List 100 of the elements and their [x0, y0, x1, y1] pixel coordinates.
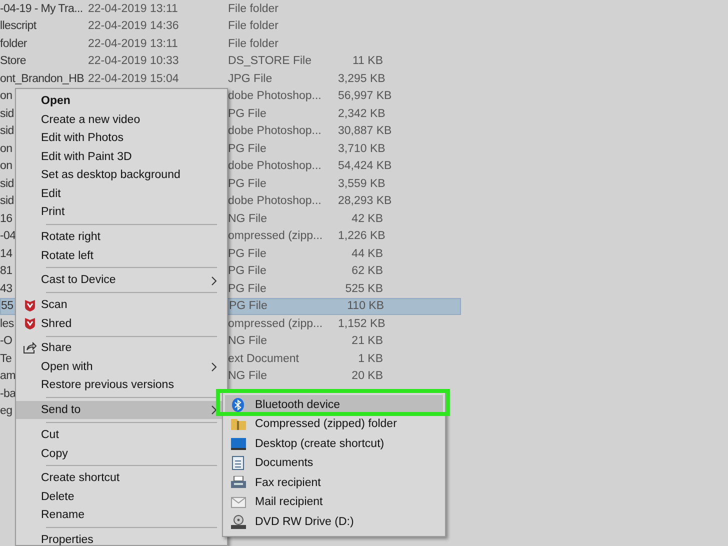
file-size: 1,226 KB [338, 230, 386, 242]
file-name: sid [0, 125, 14, 138]
file-size: 11 KB [352, 55, 383, 68]
bluetooth-icon [232, 398, 244, 412]
file-date: 22-04-2019 15:04 [88, 72, 179, 85]
shield-icon [24, 317, 36, 330]
file-type: PG File [228, 248, 266, 260]
file-size: 30,887 KB [338, 125, 392, 138]
envelope-icon [230, 496, 246, 508]
menu-item[interactable]: Edit with Paint 3D [16, 148, 227, 166]
menu-item[interactable]: Set as desktop background [16, 166, 227, 184]
file-size: 62 KB [352, 265, 383, 278]
file-row[interactable]: -04-19 - My Tra... 22-04-2019 13:11 File folder [0, 0, 461, 18]
file-type: PG File [228, 282, 266, 295]
file-size: 1,152 KB [338, 318, 386, 330]
file-name: -04-19 - My Tra... [0, 2, 83, 15]
file-row[interactable]: ont_Brandon_HB 22-04-2019 15:04 JPG File 3,295 KB [0, 70, 461, 88]
menu-item[interactable]: Edit with Photos [16, 129, 227, 148]
file-type: dobe Photoshop... [228, 195, 322, 208]
file-name: ont_Brandon_HB [0, 72, 84, 85]
file-name: sid [0, 195, 14, 208]
menu-item[interactable]: Share [16, 339, 227, 358]
file-name: 43 [0, 282, 12, 295]
file-type: PG File [228, 142, 266, 155]
file-type: PG File [229, 300, 268, 312]
menu-item[interactable]: DVD RW Drive (D:) [225, 512, 443, 532]
file-date: 22-04-2019 13:11 [88, 38, 178, 50]
file-size: 20 KB [352, 370, 383, 382]
chevron-icon [211, 405, 217, 416]
file-name: folder [0, 38, 27, 50]
file-name: 16 [0, 212, 12, 225]
file-size: 110 KB [347, 300, 384, 312]
file-name: Te [0, 352, 12, 365]
file-name: on [0, 160, 12, 172]
file-date: 22-04-2019 14:36 [88, 20, 179, 32]
file-type: PG File [228, 178, 266, 190]
menu-item[interactable]: Properties [16, 530, 227, 546]
menu-item[interactable]: Fax recipient [225, 473, 443, 492]
menu-item[interactable]: Print [16, 203, 227, 222]
menu-item[interactable]: Documents [225, 454, 443, 473]
file-name: sid [0, 178, 14, 190]
disc-drive-icon [230, 514, 246, 529]
chevron-icon [211, 362, 217, 372]
file-size: 3,559 KB [338, 178, 386, 190]
file-size: 2,342 KB [338, 108, 386, 120]
file-size: 3,295 KB [338, 72, 386, 85]
file-name: 81 [0, 265, 12, 278]
file-row[interactable]: Store 22-04-2019 10:33 DS_STORE File 11 KB [0, 52, 461, 70]
file-name: on [0, 142, 12, 155]
file-row[interactable]: folder 22-04-2019 13:11 File folder [0, 35, 461, 52]
menu-item[interactable]: Cast to Device [16, 271, 227, 290]
file-name: Store [0, 55, 26, 68]
chevron-icon [211, 276, 217, 286]
file-type: File folder [228, 38, 278, 50]
document-icon [232, 456, 244, 470]
file-type: ompressed (zipp... [228, 318, 323, 330]
menu-item[interactable]: Restore previous versions [16, 376, 227, 395]
menu-item[interactable]: Open with [16, 358, 227, 376]
file-type: ompressed (zipp... [228, 230, 323, 242]
file-type: ext Document [228, 352, 299, 365]
file-date: 22-04-2019 13:11 [88, 2, 178, 15]
file-size: 1 KB [358, 352, 383, 365]
menu-item[interactable]: Shred [16, 314, 227, 333]
shield-icon [24, 298, 36, 312]
file-type: NG File [228, 212, 267, 225]
file-size: 525 KB [345, 282, 383, 295]
fax-icon [230, 476, 246, 490]
file-type: dobe Photoshop... [228, 90, 322, 102]
menu-item[interactable]: Scan [16, 296, 227, 314]
share-icon [23, 342, 37, 354]
menu-item[interactable]: Desktop (create shortcut) [225, 434, 443, 454]
menu-item[interactable]: Rotate left [16, 246, 227, 265]
menu-item[interactable]: Compressed (zipped) folder [225, 414, 443, 434]
file-name: am [0, 370, 16, 382]
menu-item[interactable]: Rotate right [16, 228, 227, 246]
file-type: DS_STORE File [228, 55, 312, 68]
file-type: dobe Photoshop... [228, 125, 322, 138]
file-type: PG File [228, 108, 266, 120]
zipped-folder-icon [230, 418, 246, 430]
file-size: 21 KB [352, 335, 383, 348]
file-name: 55 [1, 300, 14, 312]
file-type: NG File [228, 335, 267, 348]
file-type: dobe Photoshop... [228, 160, 322, 172]
file-size: 28,293 KB [338, 195, 392, 208]
file-type: NG File [228, 370, 267, 382]
file-type: File folder [228, 2, 278, 15]
menu-item[interactable]: Open [16, 92, 227, 110]
file-type: JPG File [228, 72, 272, 85]
file-size: 56,997 KB [338, 90, 392, 102]
file-size: 54,424 KB [338, 160, 392, 172]
monitor-icon [230, 438, 246, 450]
file-size: 3,710 KB [338, 142, 386, 155]
file-date: 22-04-2019 10:33 [88, 55, 179, 68]
menu-item[interactable]: Create a new video [16, 110, 227, 129]
file-type: PG File [228, 265, 266, 278]
file-size: 42 KB [352, 212, 383, 225]
file-row[interactable]: llescript 22-04-2019 14:36 File folder [0, 18, 461, 35]
file-size: 44 KB [352, 248, 383, 260]
menu-item[interactable]: Mail recipient [225, 492, 443, 512]
menu-item[interactable]: Edit [16, 184, 227, 203]
